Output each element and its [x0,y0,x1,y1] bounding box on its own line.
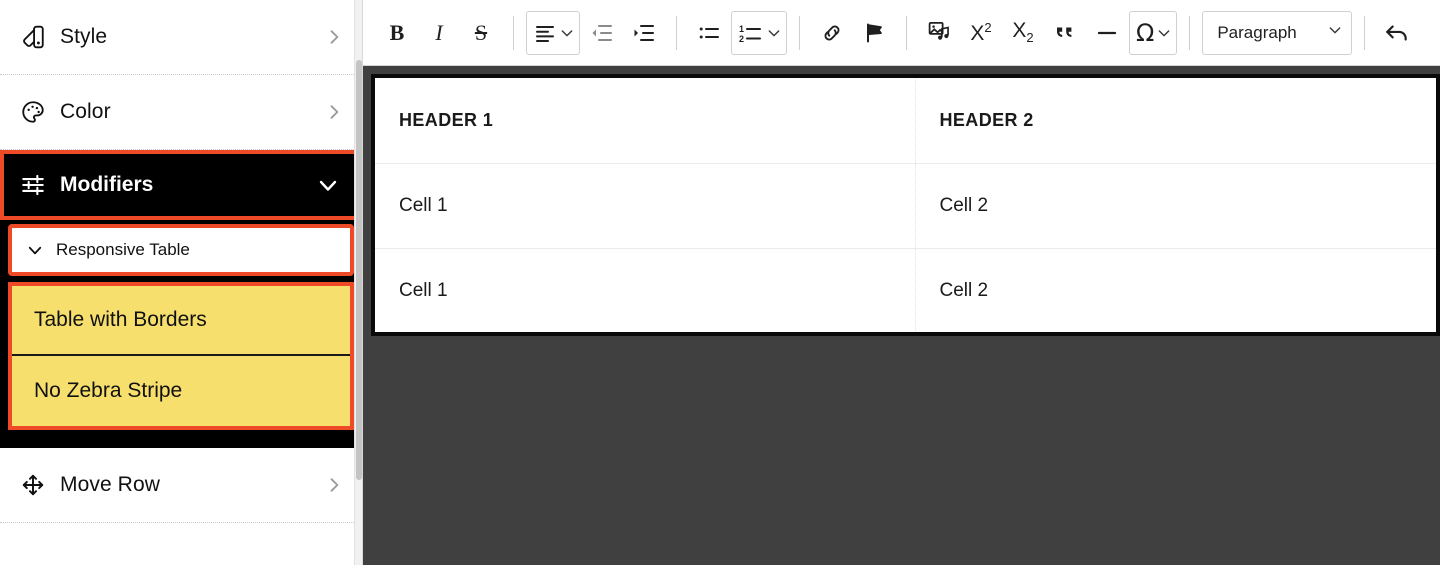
toolbar-divider [1189,15,1191,50]
sidebar-item-move-row[interactable]: Move Row [0,448,362,523]
bold-button[interactable]: B [377,12,417,54]
modifier-options-section: Table with Borders No Zebra Stripe [0,276,362,430]
bulleted-list-button[interactable] [689,12,729,54]
italic-button[interactable]: I [419,12,459,54]
text-align-dropdown[interactable] [526,10,580,55]
subscript-glyph: X2 [1012,19,1034,46]
blockquote-button[interactable] [1045,12,1085,54]
decrease-indent-button[interactable] [582,12,622,54]
strikethrough-glyph: S [474,19,488,45]
chevron-right-icon [324,102,344,122]
style-swatch-icon [20,24,46,50]
link-button[interactable] [812,12,852,54]
table-header-cell: HEADER 1 [375,78,916,164]
superscript-button[interactable]: X2 [961,12,1001,54]
table-row: Cell 1 Cell 2 [375,163,1436,249]
paragraph-format-dropdown[interactable]: Paragraph [1202,10,1353,55]
subscript-button[interactable]: X2 [1003,12,1043,54]
sidebar-scrollbar-thumb[interactable] [356,60,362,480]
table-header-cell: HEADER 2 [915,78,1436,164]
horizontal-rule-button[interactable] [1087,12,1127,54]
chevron-right-icon [324,27,344,47]
toolbar-divider [513,15,514,50]
option-no-zebra-stripe[interactable]: No Zebra Stripe [12,356,350,426]
svg-text:2: 2 [739,34,744,44]
special-character-dropdown[interactable]: Ω [1129,10,1178,55]
align-left-icon [533,21,557,45]
modifiers-label: Modifiers [60,173,154,196]
sidebar-subitem-responsive-table[interactable]: Responsive Table [12,228,350,272]
sliders-icon [20,172,46,198]
flag-anchor-button[interactable] [854,12,894,54]
chevron-down-icon [766,25,782,41]
content-table: HEADER 1 HEADER 2 Cell 1 Cell 2 Cell 1 C… [375,78,1436,332]
responsive-table-label: Responsive Table [56,240,190,259]
modifiers-section: Modifiers Responsive Table Table with Bo… [0,150,362,448]
chevron-right-icon [324,475,344,495]
svg-text:1: 1 [739,24,744,34]
table-cell[interactable]: Cell 2 [915,248,1436,332]
toolbar-divider [799,15,800,50]
option-label: No Zebra Stripe [34,379,183,402]
undo-button[interactable] [1377,12,1417,54]
editor-toolbar: B I S 1 2 X2 X2 Ω Paragraph [363,0,1440,66]
settings-sidebar: Style Color Modifiers Responsive Table T… [0,0,363,565]
sidebar-item-label: Color [60,100,111,123]
editor-pane: B I S 1 2 X2 X2 Ω Paragraph HEADER 1 HEA… [363,0,1440,565]
responsive-table-highlight-box: Responsive Table [8,224,354,276]
option-table-with-borders[interactable]: Table with Borders [12,286,350,356]
modifiers-highlight-box: Modifiers [0,150,362,220]
sidebar-item-label: Move Row [60,473,160,496]
sidebar-item-label: Style [60,25,108,48]
chevron-down-icon [1327,22,1343,43]
table-cell[interactable]: Cell 1 [375,248,916,332]
toolbar-divider [1364,15,1366,50]
numbered-list-dropdown[interactable]: 1 2 [731,10,787,55]
sidebar-item-color[interactable]: Color [0,75,362,150]
table-container[interactable]: HEADER 1 HEADER 2 Cell 1 Cell 2 Cell 1 C… [371,74,1440,336]
table-row: Cell 1 Cell 2 [375,248,1436,332]
increase-indent-button[interactable] [624,12,664,54]
insert-media-button[interactable] [919,12,959,54]
italic-glyph: I [435,19,443,45]
table-header-row: HEADER 1 HEADER 2 [375,78,1436,164]
chevron-down-icon [316,173,340,197]
chevron-down-icon [1156,25,1172,41]
toolbar-divider [906,15,907,50]
numbered-list-icon: 1 2 [738,21,764,45]
chevron-down-icon [26,241,44,259]
app-root: Style Color Modifiers Responsive Table T… [0,0,1440,565]
table-cell[interactable]: Cell 2 [915,163,1436,249]
superscript-glyph: X2 [970,19,992,45]
chevron-down-icon [559,25,575,41]
modifier-options-highlight-box: Table with Borders No Zebra Stripe [8,282,354,430]
toolbar-divider [676,15,677,50]
responsive-table-section: Responsive Table [0,220,362,276]
editor-canvas[interactable]: HEADER 1 HEADER 2 Cell 1 Cell 2 Cell 1 C… [363,66,1440,565]
move-arrows-icon [20,472,46,498]
table-cell[interactable]: Cell 1 [375,163,916,249]
option-label: Table with Borders [34,308,207,331]
sidebar-scrollbar[interactable] [354,0,362,565]
bold-glyph: B [389,19,405,45]
color-palette-icon [20,99,46,125]
sidebar-item-style[interactable]: Style [0,0,362,75]
omega-glyph: Ω [1136,18,1155,47]
section-spacer [0,430,362,448]
paragraph-format-value: Paragraph [1217,22,1297,42]
strikethrough-button[interactable]: S [461,12,501,54]
sidebar-item-modifiers[interactable]: Modifiers [4,154,358,216]
